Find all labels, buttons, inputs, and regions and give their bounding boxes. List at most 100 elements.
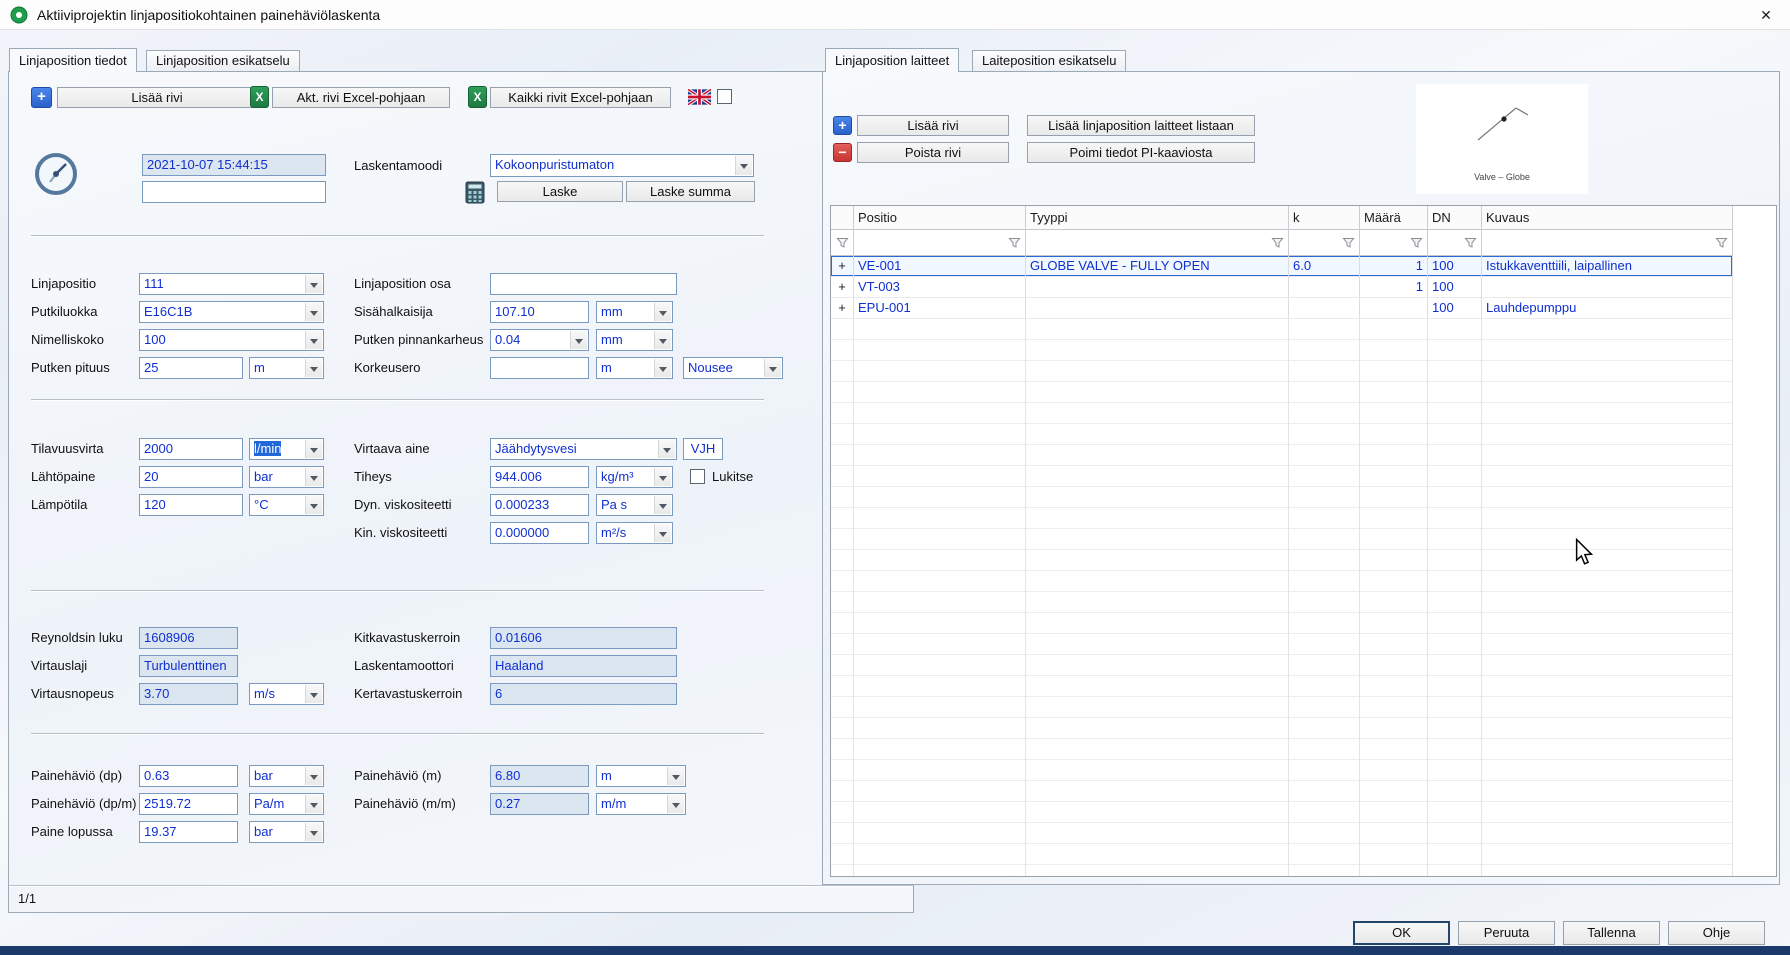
painehavio-dp-unit-combo[interactable]: bar: [249, 765, 324, 787]
device-add-row-button[interactable]: Lisää rivi: [857, 115, 1009, 136]
device-add-row-icon[interactable]: +: [833, 116, 852, 135]
fluid-code-field: VJH: [683, 438, 723, 460]
pinnankarheus-value: 0.04: [495, 332, 520, 347]
sisahalkaisija-input[interactable]: 107.10: [490, 301, 589, 323]
col-dn[interactable]: DN: [1428, 206, 1482, 230]
painehavio-m-field: 6.80: [490, 765, 589, 787]
col-tyyppi[interactable]: Tyyppi: [1026, 206, 1289, 230]
table-row[interactable]: + EPU-001 100 Lauhdepumppu: [831, 298, 1776, 319]
pick-from-pid-button[interactable]: Poimi tiedot PI-kaaviosta: [1027, 142, 1255, 163]
filter-maara[interactable]: [1360, 230, 1428, 256]
painehavio-dpm-unit-combo[interactable]: Pa/m: [249, 793, 324, 815]
dyn-viskositeetti-input[interactable]: 0.000233: [490, 494, 589, 516]
lukitse-checkbox[interactable]: [690, 469, 705, 484]
nimelliskoko-combo[interactable]: 100: [139, 329, 324, 351]
cell-positio: VT-003: [854, 277, 1026, 298]
lahtopaine-unit-combo[interactable]: bar: [249, 466, 324, 488]
dyn-viskositeetti-unit-combo[interactable]: Pa s: [596, 494, 673, 516]
row-expand-toggle[interactable]: +: [831, 277, 854, 298]
sisahalkaisija-unit-combo[interactable]: mm: [596, 301, 673, 323]
tab-linjaposition-esikatselu[interactable]: Linjaposition esikatselu: [146, 50, 300, 71]
device-remove-row-icon[interactable]: −: [833, 143, 852, 162]
col-positio[interactable]: Positio: [854, 206, 1026, 230]
filter-tyyppi[interactable]: [1026, 230, 1289, 256]
col-maara[interactable]: Määrä: [1360, 206, 1428, 230]
tiheys-unit-combo[interactable]: kg/m³: [596, 466, 673, 488]
add-row-button[interactable]: Lisää rivi: [57, 87, 257, 108]
putkiluokka-combo[interactable]: E16C1B: [139, 301, 324, 323]
lampotila-unit-combo[interactable]: °C: [249, 494, 324, 516]
paine-lopussa-unit: bar: [254, 824, 273, 839]
lahtopaine-input[interactable]: 20: [139, 466, 243, 488]
table-row[interactable]: + VT-003 1 100: [831, 277, 1776, 298]
tab-laiteposition-esikatselu[interactable]: Laiteposition esikatselu: [972, 50, 1126, 71]
pinnankarheus-combo[interactable]: 0.04: [490, 329, 589, 351]
valve-preview: Valve – Globe: [1416, 84, 1588, 194]
kin-viskositeetti-unit-combo[interactable]: m²/s: [596, 522, 673, 544]
calc-mode-combo[interactable]: Kokoonpuristumaton: [490, 154, 754, 177]
table-row[interactable]: + VE-001 GLOBE VALVE - FULLY OPEN 6.0 1 …: [831, 256, 1776, 277]
cell-k: 6.0: [1289, 256, 1360, 277]
virtausnopeus-unit-combo[interactable]: m/s: [249, 683, 324, 705]
korkeusero-input[interactable]: [490, 357, 589, 379]
virtaava-aine-combo[interactable]: Jäähdytysvesi: [490, 438, 677, 460]
painehavio-m-unit-combo[interactable]: m: [596, 765, 686, 787]
cell-kuvaus: Istukkaventtiili, laipallinen: [1482, 256, 1733, 277]
help-button[interactable]: Ohje: [1668, 921, 1765, 945]
col-kuvaus[interactable]: Kuvaus: [1482, 206, 1733, 230]
kin-viskositeetti-input[interactable]: 0.000000: [490, 522, 589, 544]
tilavuusvirta-label: Tilavuusvirta: [31, 438, 103, 460]
filter-positio[interactable]: [854, 230, 1026, 256]
filter-kuvaus[interactable]: [1482, 230, 1733, 256]
virtauslaji-field: Turbulenttinen: [139, 655, 238, 677]
cell-k: [1289, 298, 1360, 319]
korkeusero-direction-combo[interactable]: Nousee: [683, 357, 783, 379]
painehavio-dpm-input[interactable]: 2519.72: [139, 793, 238, 815]
active-row-to-excel-button[interactable]: Akt. rivi Excel-pohjaan: [272, 87, 450, 108]
tilavuusvirta-unit-combo[interactable]: l/min: [249, 438, 324, 460]
device-remove-row-button[interactable]: Poista rivi: [857, 142, 1009, 163]
row-expand-toggle[interactable]: +: [831, 256, 854, 277]
korkeusero-unit-combo[interactable]: m: [596, 357, 673, 379]
tab-linjaposition-tiedot[interactable]: Linjaposition tiedot: [9, 48, 137, 72]
row-expand-toggle[interactable]: +: [831, 298, 854, 319]
ok-button[interactable]: OK: [1353, 921, 1450, 945]
filter-expand[interactable]: [831, 230, 854, 256]
language-checkbox[interactable]: [717, 89, 732, 104]
timestamp-note-field[interactable]: [142, 181, 326, 203]
add-devices-to-list-button[interactable]: Lisää linjaposition laitteet listaan: [1027, 115, 1255, 136]
add-row-icon[interactable]: +: [31, 87, 52, 108]
devices-table: Positio Tyyppi k Määrä DN Kuvaus + VE-00…: [830, 205, 1777, 877]
paine-lopussa-input[interactable]: 19.37: [139, 821, 238, 843]
bottom-edge-strip: [0, 946, 1790, 955]
putken-pituus-input[interactable]: 25: [139, 357, 243, 379]
save-button[interactable]: Tallenna: [1563, 921, 1660, 945]
calc-mode-value: Kokoonpuristumaton: [495, 157, 614, 172]
calculate-button[interactable]: Laske: [497, 181, 623, 202]
painehavio-mm-unit-combo[interactable]: m/m: [596, 793, 686, 815]
linjapositio-label: Linjapositio: [31, 273, 96, 295]
cell-dn: 100: [1428, 256, 1482, 277]
lampotila-label: Lämpötila: [31, 494, 87, 516]
linjapositio-combo[interactable]: 111: [139, 273, 324, 295]
putken-pituus-label: Putken pituus: [31, 357, 110, 379]
app-icon: [10, 6, 28, 24]
lampotila-input[interactable]: 120: [139, 494, 243, 516]
paine-lopussa-unit-combo[interactable]: bar: [249, 821, 324, 843]
linjaposition-osa-input[interactable]: [490, 273, 677, 295]
tiheys-input[interactable]: 944.006: [490, 466, 589, 488]
filter-k[interactable]: [1289, 230, 1360, 256]
filter-dn[interactable]: [1428, 230, 1482, 256]
close-icon[interactable]: ✕: [1748, 0, 1784, 30]
calculate-sum-button[interactable]: Laske summa: [626, 181, 755, 202]
page-indicator: 1/1: [18, 888, 36, 910]
painehavio-dp-input[interactable]: 0.63: [139, 765, 238, 787]
all-rows-to-excel-button[interactable]: Kaikki rivit Excel-pohjaan: [490, 87, 671, 108]
cancel-button[interactable]: Peruuta: [1458, 921, 1555, 945]
pinnankarheus-unit-combo[interactable]: mm: [596, 329, 673, 351]
putken-pituus-unit-combo[interactable]: m: [249, 357, 324, 379]
tab-linjaposition-laitteet[interactable]: Linjaposition laitteet: [825, 48, 959, 72]
col-k[interactable]: k: [1289, 206, 1360, 230]
tilavuusvirta-input[interactable]: 2000: [139, 438, 243, 460]
cell-tyyppi: [1026, 277, 1289, 298]
